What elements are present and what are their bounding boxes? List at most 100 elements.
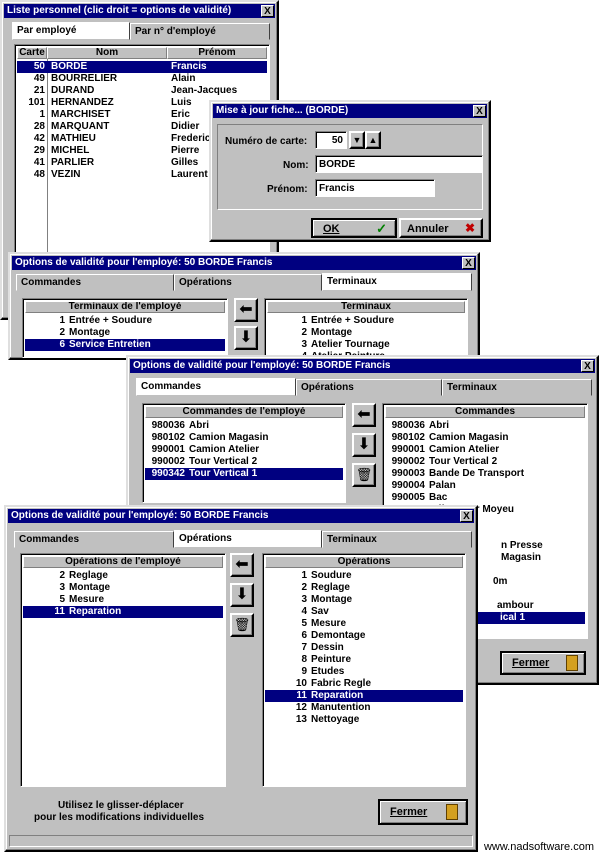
all-terminaux-list[interactable]: Terminaux 1 Entrée + Soudure 2 Montage 3 Atel… [264, 298, 468, 358]
annuler-button[interactable]: Annuler ✖ [399, 218, 483, 238]
nom-field[interactable]: BORDE [315, 155, 483, 173]
list-item[interactable]: 990005 Bac [385, 492, 585, 504]
item-number: 990002 [151, 456, 185, 467]
item-label: Service Entretien [69, 339, 151, 350]
list-item[interactable]: n Presse [493, 540, 585, 552]
close-icon: X [463, 511, 470, 522]
list-item[interactable]: 2 Reglage [265, 582, 463, 594]
list-item-selected[interactable]: 11 Reparation [265, 690, 463, 702]
item-number: 13 [295, 714, 307, 725]
move-left-button[interactable]: ⬅ [230, 553, 254, 577]
close-button[interactable]: X [261, 5, 274, 17]
list-item[interactable]: 980102 Camion Magasin [385, 432, 585, 444]
list-item[interactable]: 3 Montage [265, 594, 463, 606]
all-operations-list[interactable]: Opérations 1 Soudure 2 Reglage 3 Montage 4 Sav 5… [262, 553, 466, 787]
list-item[interactable]: 10 Fabric Regle [265, 678, 463, 690]
list-item[interactable]: 12 Manutention [265, 702, 463, 714]
list-item[interactable]: 1 Soudure [265, 570, 463, 582]
list-item[interactable]: 2 Montage [25, 327, 225, 339]
card-number-field[interactable]: 50 [315, 131, 347, 149]
move-left-button[interactable]: ⬅ [234, 298, 258, 322]
tab-terminaux[interactable]: Terminaux [322, 273, 472, 291]
window-title: Liste personnel (clic droit = options de… [7, 5, 232, 16]
list-item-selected[interactable]: 6 Service Entretien [25, 339, 225, 351]
item-number: 9 [301, 666, 307, 677]
table-row[interactable]: 21 DURAND Jean-Jacques [17, 85, 267, 97]
close-button[interactable]: X [473, 105, 486, 117]
item-number: 11 [296, 690, 307, 701]
list-item[interactable]: 990003 Bande De Transport [385, 468, 585, 480]
list-item[interactable]: 990002 Tour Vertical 2 [145, 456, 343, 468]
list-item[interactable]: 3 Montage [23, 582, 223, 594]
decrement-button[interactable]: ▼ [349, 131, 365, 149]
table-row[interactable]: 49 BOURRELIER Alain [17, 73, 267, 85]
item-label: Reparation [69, 606, 122, 617]
item-label: Abri [429, 420, 449, 431]
list-item[interactable]: Magasin [493, 552, 585, 564]
list-item[interactable]: 980036 Abri [145, 420, 343, 432]
list-item[interactable]: 4 Sav [265, 606, 463, 618]
tab-operations[interactable]: Opérations [174, 530, 322, 548]
tab-par-employe[interactable]: Par employé [12, 22, 130, 40]
tab-operations[interactable]: Opérations [174, 274, 322, 291]
tab-terminaux[interactable]: Terminaux [442, 379, 592, 396]
list-item[interactable]: 1 Entrée + Soudure [25, 315, 225, 327]
tab-commandes[interactable]: Commandes [14, 531, 174, 548]
fermer-button[interactable]: Fermer [378, 799, 468, 825]
validity-terminaux-window: Options de validité pour l'employé: 50 B… [8, 252, 480, 360]
list-item[interactable]: 990001 Camion Atelier [385, 444, 585, 456]
list-item[interactable]: 5 Mesure [23, 594, 223, 606]
list-item[interactable]: 8 Peinture [265, 654, 463, 666]
employee-operations-list[interactable]: Opérations de l'employé 2 Reglage 3 Montage… [20, 553, 226, 787]
list-item[interactable]: 2 Reglage [23, 570, 223, 582]
list-item[interactable]: 980036 Abri [385, 420, 585, 432]
last-name: DURAND [51, 85, 95, 96]
fermer-label: Fermer [390, 806, 428, 818]
col-header-nom[interactable]: Nom [47, 47, 167, 59]
list-item[interactable]: 7 Dessin [265, 642, 463, 654]
item-number: 12 [295, 702, 307, 713]
move-down-button[interactable]: ⬇ [234, 326, 258, 350]
move-down-button[interactable]: ⬇ [230, 583, 254, 607]
list-item[interactable]: 9 Etudes [265, 666, 463, 678]
list-item[interactable]: 990004 Palan [385, 480, 585, 492]
list-item[interactable]: 2 Montage [267, 327, 465, 339]
delete-button[interactable]: 🗑 [352, 463, 376, 487]
close-button[interactable]: X [462, 257, 475, 269]
window-title: Options de validité pour l'employé: 50 B… [15, 257, 273, 268]
employee-commandes-list[interactable]: Commandes de l'employé 980036 Abri 980102 C… [142, 403, 346, 503]
delete-button[interactable]: 🗑 [230, 613, 254, 637]
prenom-field[interactable]: Francis [315, 179, 435, 197]
close-button[interactable]: X [581, 360, 594, 372]
list-item-selected[interactable]: 990342 Tour Vertical 1 [145, 468, 343, 480]
tab-commandes[interactable]: Commandes [136, 378, 296, 396]
list-item[interactable]: ambour [493, 600, 585, 612]
tab-commandes[interactable]: Commandes [16, 274, 174, 291]
list-item[interactable]: 13 Nettoyage [265, 714, 463, 726]
list-item[interactable]: 980102 Camion Magasin [145, 432, 343, 444]
item-label: Manutention [311, 702, 371, 713]
first-name: Luis [171, 97, 192, 108]
list-item[interactable]: 0m [493, 576, 585, 588]
fermer-button[interactable]: Fermer [500, 651, 586, 675]
list-item[interactable]: 990001 Camion Atelier [145, 444, 343, 456]
col-header-carte[interactable]: Carte [17, 47, 47, 59]
move-down-button[interactable]: ⬇ [352, 433, 376, 457]
tab-operations[interactable]: Opérations [296, 379, 442, 396]
ok-button[interactable]: OK ✓ [311, 218, 397, 238]
tab-par-numero[interactable]: Par n° d'employé [130, 23, 270, 40]
employee-terminaux-list[interactable]: Terminaux de l'employé 1 Entrée + Soudure… [22, 298, 228, 358]
close-button[interactable]: X [460, 510, 473, 522]
nom-label: Nom: [283, 160, 309, 171]
increment-button[interactable]: ▲ [365, 131, 381, 149]
list-item[interactable]: 990002 Tour Vertical 2 [385, 456, 585, 468]
list-item[interactable]: 3 Atelier Tournage [267, 339, 465, 351]
move-left-button[interactable]: ⬅ [352, 403, 376, 427]
col-header-prenom[interactable]: Prénom [167, 47, 267, 59]
tab-terminaux[interactable]: Terminaux [322, 531, 472, 548]
list-item[interactable]: 5 Mesure [265, 618, 463, 630]
list-item[interactable]: 6 Demontage [265, 630, 463, 642]
list-item-selected[interactable]: 11 Reparation [23, 606, 223, 618]
list-item[interactable]: 1 Entrée + Soudure [267, 315, 465, 327]
table-row-selected[interactable]: 50 BORDE Francis [17, 61, 267, 73]
